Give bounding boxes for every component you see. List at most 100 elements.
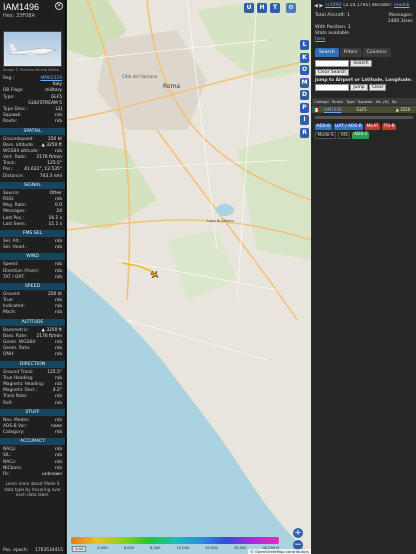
- detail-value: unknown: [42, 472, 62, 477]
- section-header-accuracy[interactable]: ACCURACY: [0, 438, 65, 446]
- messages-value: 1460.3/sec: [387, 19, 413, 24]
- legend-tick-label: 30,000: [233, 546, 247, 550]
- detail-row: Last Seen: 11.1 s: [0, 222, 65, 228]
- column-header[interactable]: Sp: [392, 99, 397, 104]
- epoch-label: Pos. epoch:: [3, 548, 29, 553]
- aircraft-callsign: IAM1496: [3, 2, 40, 12]
- section-header-speed[interactable]: SPEED: [0, 282, 65, 290]
- info-label: Route:: [3, 119, 18, 125]
- table-scrollbar[interactable]: [315, 115, 413, 119]
- map-side-button-p[interactable]: P: [300, 102, 309, 113]
- decoder-link[interactable]: readsb: [394, 3, 410, 8]
- map-attribution[interactable]: © OpenStreetMap contributors: [248, 549, 311, 554]
- close-icon[interactable]: ×: [55, 2, 63, 10]
- section-header-signal[interactable]: SIGNAL: [0, 181, 65, 189]
- row-callsign[interactable]: IAM1496: [324, 107, 342, 112]
- section-header-fms-sel[interactable]: FMS SEL: [0, 229, 65, 237]
- detail-label: Mach:: [3, 310, 17, 316]
- row-alt: ▲ 3250: [395, 106, 411, 112]
- section-header-direction[interactable]: DIRECTION: [0, 360, 65, 368]
- column-header[interactable]: Route: [332, 99, 343, 104]
- legend-tick-label: 6,000: [123, 546, 135, 550]
- settings-gear-icon[interactable]: ⚙: [286, 3, 296, 13]
- detail-row: QNH: n/a: [0, 352, 65, 358]
- stats-available: Stats available: [315, 31, 349, 36]
- map-canvas[interactable]: Città del Vaticano Roma Lago di Albano: [67, 0, 311, 554]
- map-side-button-o[interactable]: O: [300, 65, 309, 75]
- column-header[interactable]: Callsign: [314, 99, 329, 104]
- site-header: ◀ ▶ sr1090 (3.14.1791) decoder: readsb: [312, 0, 416, 11]
- detail-value: 743.3 nmi: [39, 173, 62, 179]
- legend-tick-label: 8,000: [150, 546, 161, 550]
- section-header-wind[interactable]: WIND: [0, 253, 65, 261]
- detail-value: n/a: [55, 245, 62, 251]
- jump-input[interactable]: [315, 83, 349, 91]
- legend-tick-label: 20,000: [205, 546, 218, 550]
- map-side-button-m[interactable]: M: [300, 77, 309, 88]
- tab-search[interactable]: Search: [315, 48, 339, 57]
- section-header-spatial[interactable]: SPATIAL: [0, 127, 65, 135]
- source-legend: ADS-B UAT / ADS-R MLAT TIS-B Mode-S AIS ADS-C: [312, 122, 416, 141]
- column-header[interactable]: Alt. (ft): [376, 99, 389, 104]
- map-button-u[interactable]: U: [244, 3, 254, 13]
- column-header[interactable]: Squawk: [358, 99, 373, 104]
- row-type: GLF5: [356, 106, 367, 112]
- map-side-button-i[interactable]: I: [300, 115, 309, 125]
- aircraft-list-panel: ◀ ▶ sr1090 (3.14.1791) decoder: readsb T…: [312, 0, 416, 554]
- version-text: (3.14.1791) decoder:: [343, 3, 392, 8]
- section-header-altitude[interactable]: ALTITUDE: [0, 318, 65, 326]
- scale-unit-button[interactable]: 1 mi: [72, 546, 86, 552]
- map-button-t[interactable]: T: [270, 3, 280, 13]
- source-badge: TIS-B: [381, 123, 397, 130]
- photo-credit: Image © Fiorenzo Mirolla Meteo: [3, 68, 59, 72]
- label-rome: Roma: [163, 83, 180, 90]
- map-view[interactable]: Città del Vaticano Roma Lago di Albano U…: [67, 0, 311, 554]
- column-header[interactable]: Type: [346, 99, 355, 104]
- table-row[interactable]: IAM1496 GLF5 ▲ 3250: [312, 105, 416, 113]
- legend-tick-label: 4,000: [97, 546, 108, 550]
- aircraft-table: Callsign Route Type Squawk Alt. (ft) Sp IAM14…: [312, 97, 416, 113]
- site-name-link[interactable]: sr1090: [325, 3, 341, 8]
- jump-button[interactable]: Jump: [350, 83, 368, 91]
- learn-more-text: Learn more about Mode S data type by hov…: [3, 481, 62, 498]
- section-header-stuff[interactable]: STUFF: [0, 408, 65, 416]
- search-button[interactable]: Search: [350, 60, 372, 67]
- detail-row: Sel. Head.: n/a: [0, 245, 65, 251]
- search-area: Search Clear Search Jump to Airport or L…: [312, 57, 416, 94]
- info-label: Type:: [3, 94, 15, 100]
- label-lake: Lago di Albano: [207, 219, 234, 223]
- info-value: n/a: [55, 119, 62, 125]
- source-badge: ADS-C: [352, 132, 370, 139]
- detail-row: Category: n/a: [0, 430, 65, 436]
- clear-search-button[interactable]: Clear Search: [315, 69, 349, 76]
- map-button-h[interactable]: H: [257, 3, 267, 13]
- aircraft-info-panel: IAM1496 Hex: 33F08A × Image © Fiorenzo M…: [0, 0, 66, 554]
- map-side-button-d[interactable]: D: [300, 90, 309, 100]
- detail-row: Mach: n/a: [0, 310, 65, 316]
- source-badge: MLAT: [365, 123, 380, 130]
- search-input[interactable]: [315, 60, 349, 67]
- info-label: Reg.:: [3, 76, 15, 81]
- map-side-button-k[interactable]: K: [300, 52, 309, 63]
- map-side-button-r[interactable]: R: [300, 127, 309, 138]
- aircraft-summary: Reg.: MM62329 Italy DB Flags: military Type: G…: [0, 76, 65, 126]
- detail-label: Rc:: [3, 472, 10, 477]
- tab-filters[interactable]: Filters: [339, 48, 362, 57]
- clear-jump-button[interactable]: Clear: [368, 83, 387, 91]
- stats-link[interactable]: here: [315, 37, 325, 42]
- panel-nav-arrows[interactable]: ◀ ▶: [314, 3, 323, 9]
- label-vatican: Città del Vaticano: [122, 74, 158, 79]
- detail-value: n/a: [55, 400, 62, 406]
- aircraft-hex: Hex: 33F08A: [3, 13, 36, 19]
- aircraft-photo[interactable]: [3, 31, 62, 67]
- detail-label: Roll:: [3, 400, 13, 406]
- detail-value: n/a: [55, 352, 62, 358]
- map-side-button-l[interactable]: L: [300, 40, 309, 50]
- detail-row: Distance: 743.3 nmi: [0, 174, 65, 180]
- tab-columns[interactable]: Columns: [362, 48, 391, 57]
- lake: [216, 204, 234, 216]
- detail-value: n/a: [55, 274, 62, 280]
- legend-tick-label: 10,000: [176, 546, 190, 550]
- detail-label: Last Seen:: [3, 221, 26, 227]
- zoom-in-button[interactable]: +: [293, 528, 303, 538]
